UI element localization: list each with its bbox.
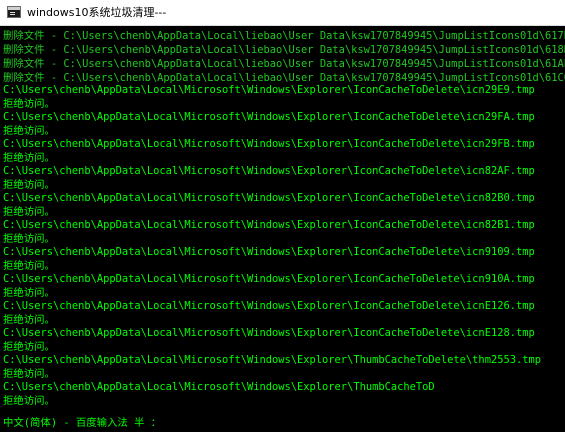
output-line-17: C:\Users\chenb\AppData\Local\Microsoft\W… [3,246,535,258]
output-line-2: 删除文件 - C:\Users\chenb\AppData\Local\lieb… [3,44,565,56]
output-line-20: 拒绝访问。 [3,287,55,299]
output-line-26: 拒绝访问。 [3,368,55,380]
output-line-9: C:\Users\chenb\AppData\Local\Microsoft\W… [3,138,535,150]
output-line-16: 拒绝访问。 [3,233,55,245]
console-output[interactable]: 删除文件 - C:\Users\chenb\AppData\Local\lieb… [0,27,565,432]
output-line-15: C:\Users\chenb\AppData\Local\Microsoft\W… [3,219,535,231]
output-line-27: C:\Users\chenb\AppData\Local\Microsoft\W… [3,381,435,393]
output-line-7: C:\Users\chenb\AppData\Local\Microsoft\W… [3,111,535,123]
title-bar[interactable]: windows10系统垃圾清理--- [0,0,565,26]
output-line-24: 拒绝访问。 [3,341,55,353]
output-line-13: C:\Users\chenb\AppData\Local\Microsoft\W… [3,192,535,204]
output-line-18: 拒绝访问。 [3,260,55,272]
output-line-11: C:\Users\chenb\AppData\Local\Microsoft\W… [3,165,535,177]
console-window: windows10系统垃圾清理--- 删除文件 - C:\Users\chenb… [0,0,565,432]
output-line-28: 拒绝访问。 [3,395,55,407]
output-line-10: 拒绝访问。 [3,152,55,164]
ime-status-bar[interactable]: 中文(简体) - 百度输入法 半 ： [3,416,161,430]
output-line-23: C:\Users\chenb\AppData\Local\Microsoft\W… [3,327,535,339]
output-line-6: 拒绝访问。 [3,98,55,110]
output-line-3: 删除文件 - C:\Users\chenb\AppData\Local\lieb… [3,58,565,70]
output-line-8: 拒绝访问。 [3,125,55,137]
window-title: windows10系统垃圾清理--- [27,6,167,19]
output-line-12: 拒绝访问。 [3,179,55,191]
console-icon[interactable] [7,6,21,18]
output-line-22: 拒绝访问。 [3,314,55,326]
output-line-21: C:\Users\chenb\AppData\Local\Microsoft\W… [3,300,535,312]
output-line-25: C:\Users\chenb\AppData\Local\Microsoft\W… [3,354,541,366]
output-line-14: 拒绝访问。 [3,206,55,218]
output-line-5: C:\Users\chenb\AppData\Local\Microsoft\W… [3,84,535,96]
output-line-1: 删除文件 - C:\Users\chenb\AppData\Local\lieb… [3,30,565,42]
output-line-19: C:\Users\chenb\AppData\Local\Microsoft\W… [3,273,535,285]
